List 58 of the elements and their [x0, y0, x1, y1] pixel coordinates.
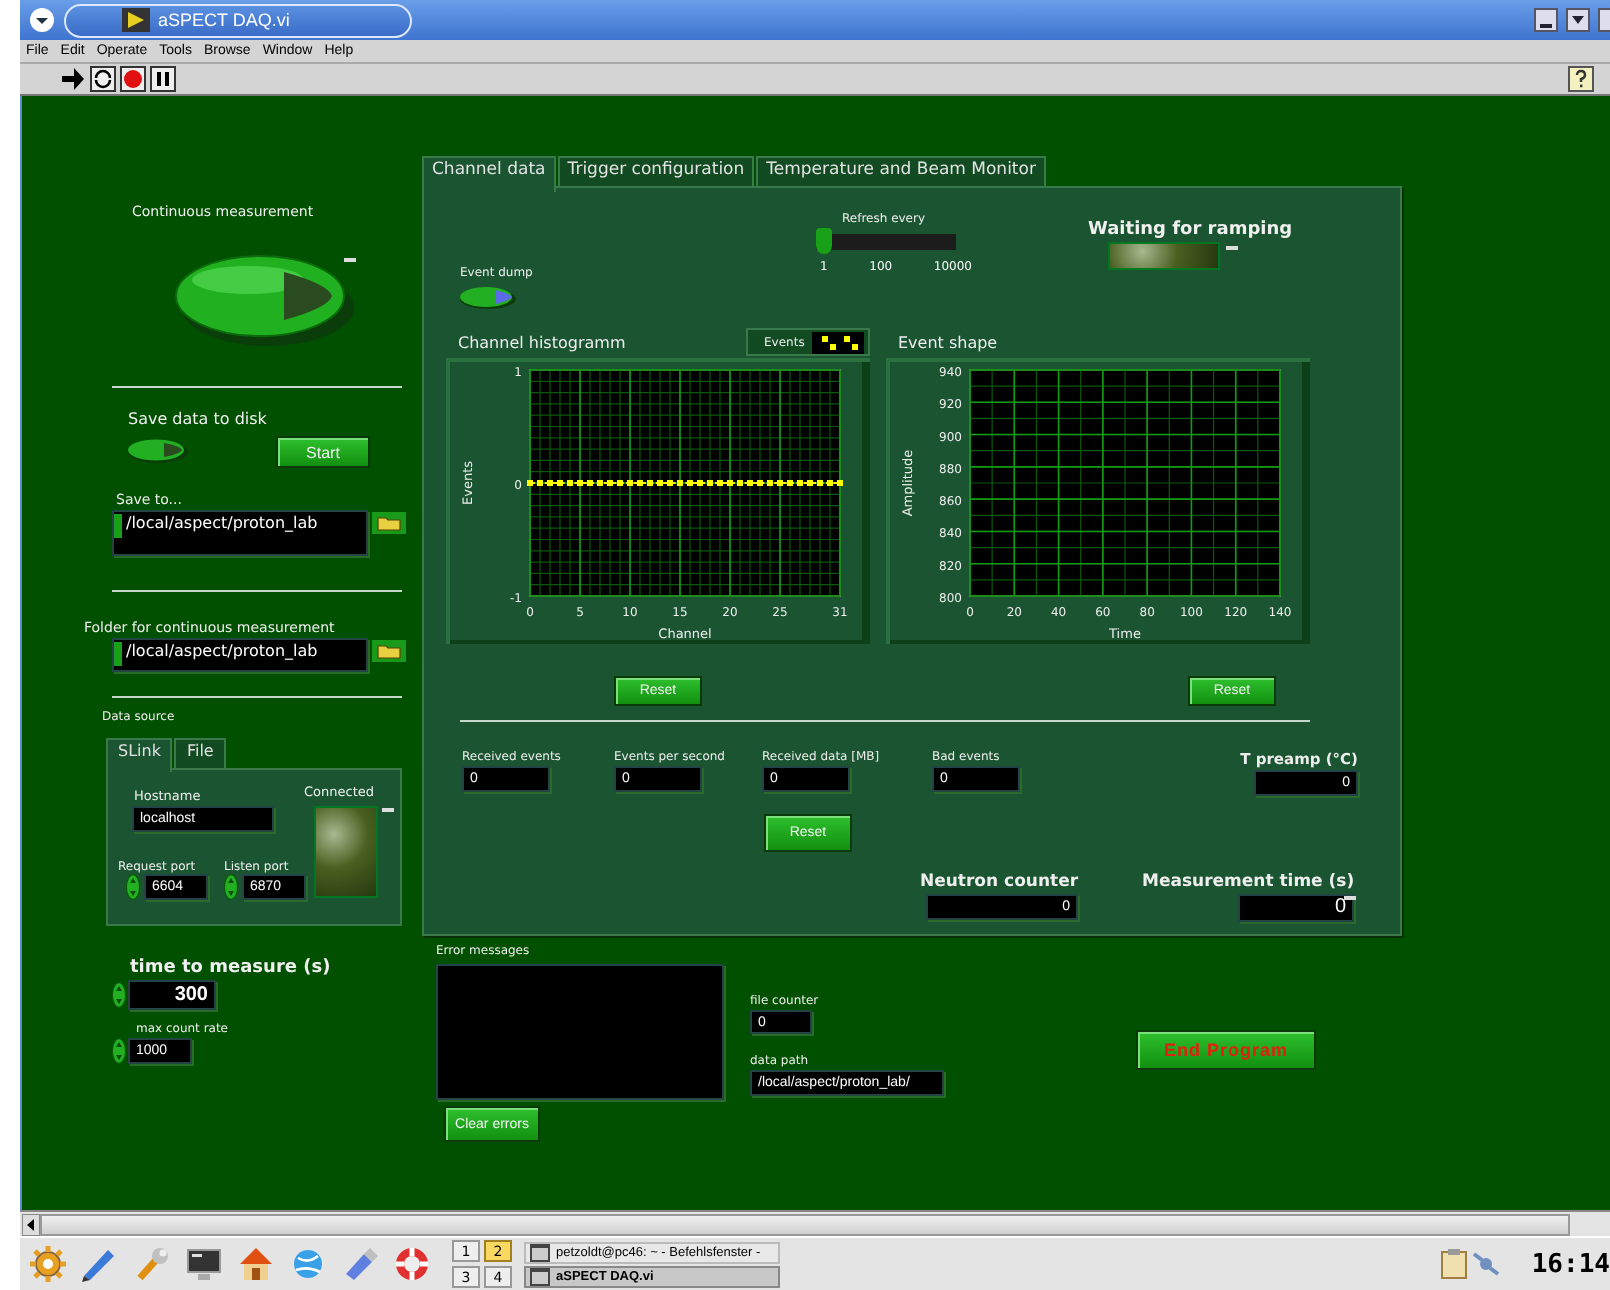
horizontal-scrollbar[interactable] [20, 1210, 1610, 1236]
path-grip-icon [114, 514, 122, 538]
indicator-label: Neutron counter [920, 872, 1079, 892]
chart-title: Event shape [898, 334, 998, 354]
brush-icon[interactable] [340, 1244, 380, 1284]
abort-icon[interactable] [120, 66, 146, 92]
tab[interactable]: File [174, 738, 226, 768]
monitor-icon[interactable] [184, 1244, 224, 1284]
control-label: time to measure (s) [130, 958, 331, 978]
folder-icon[interactable] [372, 512, 406, 534]
path-value: /local/aspect/proton_lab [126, 512, 318, 536]
spinner-control[interactable] [112, 1038, 126, 1064]
tab[interactable]: Trigger configuration [557, 156, 755, 188]
label-dash [382, 808, 394, 812]
app-icon [122, 8, 150, 32]
window-menu-icon[interactable] [28, 6, 56, 34]
minimize-icon[interactable] [1534, 8, 1558, 32]
control-label: Save data to disk [128, 410, 267, 428]
spinner-control[interactable] [112, 982, 126, 1008]
close-icon[interactable] [1598, 8, 1610, 32]
path-value: /local/aspect/proton_lab [126, 640, 318, 664]
toggle-switch[interactable] [126, 438, 190, 464]
maximize-icon[interactable] [1566, 8, 1590, 32]
slider[interactable] [816, 228, 956, 254]
path-field[interactable]: /local/aspect/proton_lab [112, 638, 368, 672]
gear-icon[interactable] [28, 1244, 68, 1284]
indicator-label: Measurement time (s) [1142, 872, 1355, 892]
window-title: aSPECT DAQ.vi [158, 10, 290, 30]
run-continuously-icon[interactable] [90, 66, 116, 92]
path-grip-icon [114, 642, 122, 666]
numeric-indicator: 0 [1238, 894, 1355, 922]
control-label: Waiting for ramping [1088, 220, 1293, 240]
tab[interactable]: Channel data [422, 156, 556, 192]
satellite-icon[interactable] [1471, 1248, 1500, 1280]
clock: 16:14 [1531, 1249, 1610, 1279]
pause-icon[interactable] [150, 66, 176, 92]
label-dash [344, 258, 356, 262]
label-dash [1344, 896, 1356, 900]
help-icon[interactable] [1568, 66, 1594, 92]
chart-title: Channel histogramm [458, 334, 626, 354]
tab[interactable]: SLink [106, 738, 173, 772]
clipboard-icon[interactable] [1439, 1248, 1468, 1280]
folder-icon[interactable] [372, 640, 406, 662]
plot-style-icon [812, 331, 865, 353]
home-icon[interactable] [236, 1244, 276, 1284]
pen-icon[interactable] [80, 1244, 120, 1284]
label-dash [1226, 246, 1238, 250]
lifebuoy-icon[interactable] [392, 1244, 432, 1284]
spinner-control[interactable] [224, 874, 238, 900]
run-arrow-icon[interactable] [60, 66, 86, 92]
numeric-field[interactable]: 300 [128, 980, 216, 1010]
path-field[interactable]: /local/aspect/proton_lab [112, 510, 368, 556]
toggle-switch[interactable] [458, 286, 518, 310]
tab[interactable]: Temperature and Beam Monitor [756, 156, 1046, 188]
toggle-button[interactable] [172, 252, 356, 348]
globe-icon[interactable] [288, 1244, 328, 1284]
scroll-left-icon[interactable] [22, 1213, 40, 1235]
spinner-control[interactable] [126, 874, 140, 900]
